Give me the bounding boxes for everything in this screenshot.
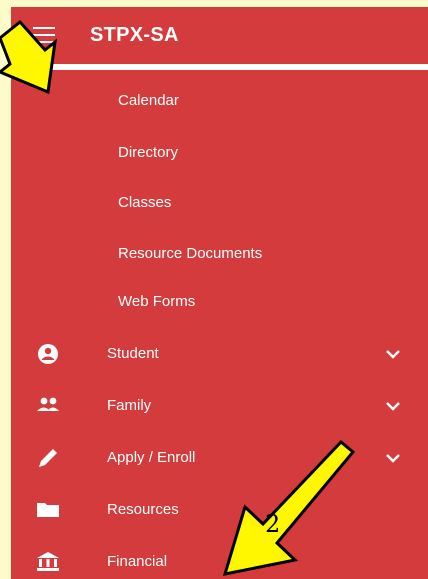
chevron-down-icon[interactable] [385, 349, 401, 359]
header-divider [11, 64, 428, 70]
student-icon [38, 344, 58, 364]
submenu-item-web-forms[interactable]: Web Forms [118, 293, 195, 310]
chevron-down-icon[interactable] [385, 401, 401, 411]
submenu-item-directory[interactable]: Directory [118, 144, 178, 161]
annotation-step-number: 2 [265, 510, 281, 538]
annotation-arrow [0, 20, 58, 95]
folder-icon [37, 503, 59, 517]
nav-label-resources: Resources [107, 501, 179, 518]
nav-label-apply-enroll: Apply / Enroll [107, 449, 196, 466]
app-header: STPX-SA [11, 7, 428, 64]
submenu-item-classes[interactable]: Classes [118, 194, 171, 211]
family-icon [37, 397, 59, 411]
nav-label-financial: Financial [107, 553, 168, 570]
pencil-icon [39, 449, 57, 467]
annotation-arrow [222, 440, 356, 576]
bank-icon [37, 552, 59, 571]
submenu-item-resource-documents[interactable]: Resource Documents [118, 245, 262, 262]
nav-item-student[interactable]: Student [11, 334, 428, 374]
nav-label-family: Family [107, 397, 152, 414]
submenu-item-calendar[interactable]: Calendar [118, 92, 179, 109]
chevron-down-icon[interactable] [385, 453, 401, 463]
nav-label-student: Student [107, 345, 159, 362]
app-title: STPX-SA [90, 24, 179, 46]
page-frame: STPX-SA Calendar Directory Classes Resou… [0, 0, 428, 579]
nav-item-family[interactable]: Family [11, 386, 428, 426]
